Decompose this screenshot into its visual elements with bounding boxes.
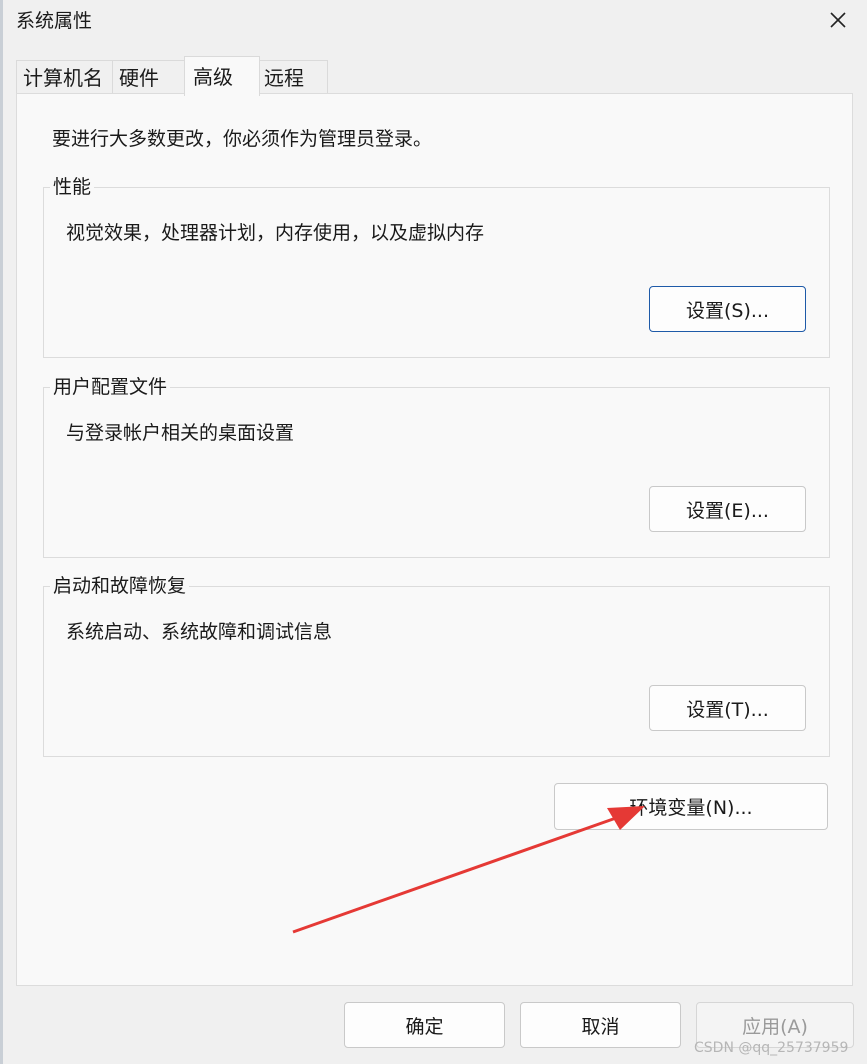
performance-settings-button[interactable]: 设置(S)...: [649, 286, 806, 332]
group-title-user-profiles: 用户配置文件: [50, 375, 171, 399]
group-startup-recovery: 启动和故障恢复 系统启动、系统故障和调试信息 设置(T)...: [43, 574, 830, 757]
cancel-button[interactable]: 取消: [520, 1002, 681, 1048]
group-title-performance: 性能: [50, 175, 95, 199]
group-desc-user-profiles: 与登录帐户相关的桌面设置: [66, 422, 295, 444]
tab-remote[interactable]: 远程: [257, 60, 328, 94]
admin-notice: 要进行大多数更改，你必须作为管理员登录。: [52, 128, 433, 150]
startup-recovery-settings-button[interactable]: 设置(T)...: [649, 685, 806, 731]
group-performance: 性能 视觉效果，处理器计划，内存使用，以及虚拟内存 设置(S)...: [43, 175, 830, 358]
ok-button[interactable]: 确定: [344, 1002, 505, 1048]
window-edge: [0, 0, 3, 1064]
group-desc-startup-recovery: 系统启动、系统故障和调试信息: [66, 621, 333, 643]
tab-hardware[interactable]: 硬件: [112, 60, 185, 94]
close-button[interactable]: [808, 0, 867, 40]
close-icon: [829, 12, 846, 28]
tab-advanced[interactable]: 高级: [184, 56, 260, 96]
group-title-startup-recovery: 启动和故障恢复: [50, 574, 190, 598]
window-title: 系统属性: [16, 10, 93, 32]
user-profiles-settings-button[interactable]: 设置(E)...: [649, 486, 806, 532]
watermark: CSDN @qq_25737959: [694, 1040, 849, 1056]
group-desc-performance: 视觉效果，处理器计划，内存使用，以及虚拟内存: [66, 222, 485, 244]
tab-computer-name[interactable]: 计算机名: [16, 60, 113, 94]
environment-variables-button[interactable]: 环境变量(N)...: [554, 783, 828, 830]
title-bar: 系统属性: [0, 0, 867, 44]
group-user-profiles: 用户配置文件 与登录帐户相关的桌面设置 设置(E)...: [43, 375, 830, 558]
